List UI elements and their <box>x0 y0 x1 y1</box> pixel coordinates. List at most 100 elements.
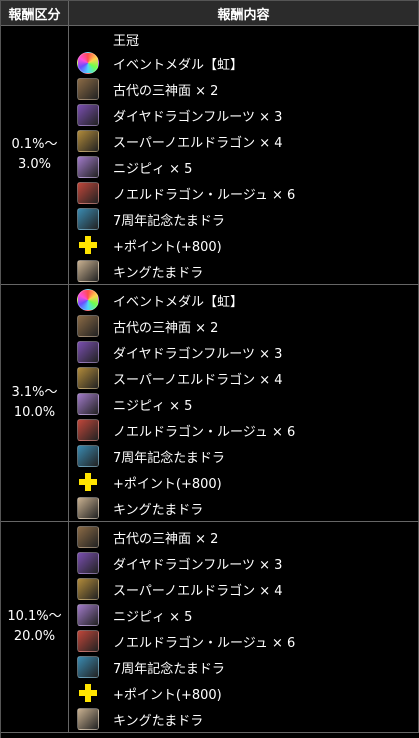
header-reward-tier: 報酬区分 <box>1 1 69 25</box>
plus-point-icon <box>77 682 99 704</box>
ancient-mask-icon <box>77 526 99 548</box>
reward-item: 古代の三神面 × 2 <box>69 524 418 550</box>
tier-title-row: 王冠 <box>69 28 418 50</box>
reward-item-label: 古代の三神面 × 2 <box>113 83 219 99</box>
reward-item: ノエルドラゴン・ルージュ × 6 <box>69 417 418 443</box>
noel-dragon-rouge-icon <box>77 419 99 441</box>
diamond-dragonfruit-icon <box>77 341 99 363</box>
header-reward-contents: 報酬内容 <box>69 1 419 25</box>
reward-item-label: ニジピィ × 5 <box>113 398 193 414</box>
diamond-dragonfruit-icon <box>77 104 99 126</box>
reward-item-label: +ポイント(+800) <box>113 239 222 255</box>
reward-table: 報酬区分 報酬内容 0.1%〜 3.0% 王冠 イベントメダル【虹】 古代の三神面 × … <box>0 0 419 738</box>
tier-range-line: 20.0% <box>13 629 56 644</box>
reward-item: 7周年記念たまドラ <box>69 206 418 232</box>
nijipii-icon <box>77 604 99 626</box>
reward-item: イベントメダル【虹】 <box>69 287 418 313</box>
reward-item: +ポイント(+800) <box>69 680 418 706</box>
tier-list: 0.1%〜 3.0% 王冠イベントメダル【虹】 古代の三神面 × 2 ダイヤドラゴンフル… <box>1 26 419 733</box>
reward-tier: 10.1%〜 20.0% 古代の三神面 × 2 ダイヤドラゴンフルーツ × 3 スーパー… <box>1 522 419 733</box>
blank-icon <box>77 28 99 50</box>
reward-item-label: スーパーノエルドラゴン × 4 <box>113 372 283 388</box>
reward-item-label: 7周年記念たまドラ <box>113 450 225 466</box>
super-noel-dragon-icon <box>77 578 99 600</box>
reward-item: +ポイント(+800) <box>69 469 418 495</box>
reward-item-label: ノエルドラゴン・ルージュ × 6 <box>113 635 296 651</box>
reward-item-label: 7周年記念たまドラ <box>113 213 225 229</box>
king-tamadra-icon <box>77 708 99 730</box>
reward-item: ニジピィ × 5 <box>69 602 418 628</box>
nijipii-icon <box>77 393 99 415</box>
tier-range-line: 10.1%〜 <box>7 609 62 624</box>
anniversary-tamadra-icon <box>77 656 99 678</box>
noel-dragon-rouge-icon <box>77 630 99 652</box>
reward-item: 古代の三神面 × 2 <box>69 76 418 102</box>
rainbow-medal-icon <box>77 289 99 311</box>
tier-range-line: 3.1%〜 <box>11 385 58 400</box>
reward-item: キングたまドラ <box>69 495 418 521</box>
reward-item-label: キングたまドラ <box>113 502 204 518</box>
plus-point-icon <box>77 471 99 493</box>
reward-item-label: ノエルドラゴン・ルージュ × 6 <box>113 187 296 203</box>
reward-item-label: イベントメダル【虹】 <box>113 294 244 310</box>
reward-item-label: 古代の三神面 × 2 <box>113 320 219 336</box>
rainbow-medal-icon <box>77 52 99 74</box>
reward-item-label: ニジピィ × 5 <box>113 609 193 625</box>
reward-item: 7周年記念たまドラ <box>69 443 418 469</box>
tier-range: 10.1%〜 20.0% <box>1 522 69 732</box>
reward-item: スーパーノエルドラゴン × 4 <box>69 128 418 154</box>
reward-item: 古代の三神面 × 2 <box>69 313 418 339</box>
reward-item: ノエルドラゴン・ルージュ × 6 <box>69 628 418 654</box>
reward-item-label: ノエルドラゴン・ルージュ × 6 <box>113 424 296 440</box>
tier-range: 3.1%〜 10.0% <box>1 285 69 521</box>
reward-item-label: ダイヤドラゴンフルーツ × 3 <box>113 109 283 125</box>
reward-item-label: 7周年記念たまドラ <box>113 661 225 677</box>
reward-item: ダイヤドラゴンフルーツ × 3 <box>69 550 418 576</box>
reward-item: イベントメダル【虹】 <box>69 50 418 76</box>
reward-item: +ポイント(+800) <box>69 232 418 258</box>
reward-item-label: 古代の三神面 × 2 <box>113 531 219 547</box>
reward-item: ダイヤドラゴンフルーツ × 3 <box>69 339 418 365</box>
reward-item-label: キングたまドラ <box>113 713 204 729</box>
anniversary-tamadra-icon <box>77 445 99 467</box>
tier-range-line: 0.1%〜 <box>11 137 58 152</box>
anniversary-tamadra-icon <box>77 208 99 230</box>
reward-item: キングたまドラ <box>69 258 418 284</box>
reward-item: スーパーノエルドラゴン × 4 <box>69 365 418 391</box>
ancient-mask-icon <box>77 78 99 100</box>
tier-items: イベントメダル【虹】 古代の三神面 × 2 ダイヤドラゴンフルーツ × 3 スーパーノ… <box>69 285 419 521</box>
reward-item: スーパーノエルドラゴン × 4 <box>69 576 418 602</box>
reward-item: ノエルドラゴン・ルージュ × 6 <box>69 180 418 206</box>
reward-tier: 0.1%〜 3.0% 王冠イベントメダル【虹】 古代の三神面 × 2 ダイヤドラゴンフル… <box>1 26 419 285</box>
reward-item-label: +ポイント(+800) <box>113 476 222 492</box>
reward-tier: 3.1%〜 10.0% イベントメダル【虹】 古代の三神面 × 2 ダイヤドラゴンフルー… <box>1 285 419 522</box>
tier-items: 王冠イベントメダル【虹】 古代の三神面 × 2 ダイヤドラゴンフルーツ × 3 スーパ… <box>69 26 419 284</box>
super-noel-dragon-icon <box>77 367 99 389</box>
reward-item-label: キングたまドラ <box>113 265 204 281</box>
king-tamadra-icon <box>77 260 99 282</box>
plus-point-icon <box>77 234 99 256</box>
reward-item-label: +ポイント(+800) <box>113 687 222 703</box>
reward-item-label: ダイヤドラゴンフルーツ × 3 <box>113 557 283 573</box>
reward-item-label: イベントメダル【虹】 <box>113 57 244 73</box>
reward-item: ニジピィ × 5 <box>69 391 418 417</box>
tier-title: 王冠 <box>113 33 140 49</box>
tier-range-line: 3.0% <box>17 157 52 172</box>
tier-items: 古代の三神面 × 2 ダイヤドラゴンフルーツ × 3 スーパーノエルドラゴン × 4… <box>69 522 419 732</box>
super-noel-dragon-icon <box>77 130 99 152</box>
reward-item-label: スーパーノエルドラゴン × 4 <box>113 135 283 151</box>
king-tamadra-icon <box>77 497 99 519</box>
reward-item: キングたまドラ <box>69 706 418 732</box>
reward-item-label: ダイヤドラゴンフルーツ × 3 <box>113 346 283 362</box>
table-header: 報酬区分 報酬内容 <box>1 1 419 26</box>
noel-dragon-rouge-icon <box>77 182 99 204</box>
reward-item: ニジピィ × 5 <box>69 154 418 180</box>
ancient-mask-icon <box>77 315 99 337</box>
tier-range-line: 10.0% <box>13 405 56 420</box>
reward-item: ダイヤドラゴンフルーツ × 3 <box>69 102 418 128</box>
nijipii-icon <box>77 156 99 178</box>
tier-range: 0.1%〜 3.0% <box>1 26 69 284</box>
reward-item: 7周年記念たまドラ <box>69 654 418 680</box>
reward-item-label: ニジピィ × 5 <box>113 161 193 177</box>
diamond-dragonfruit-icon <box>77 552 99 574</box>
